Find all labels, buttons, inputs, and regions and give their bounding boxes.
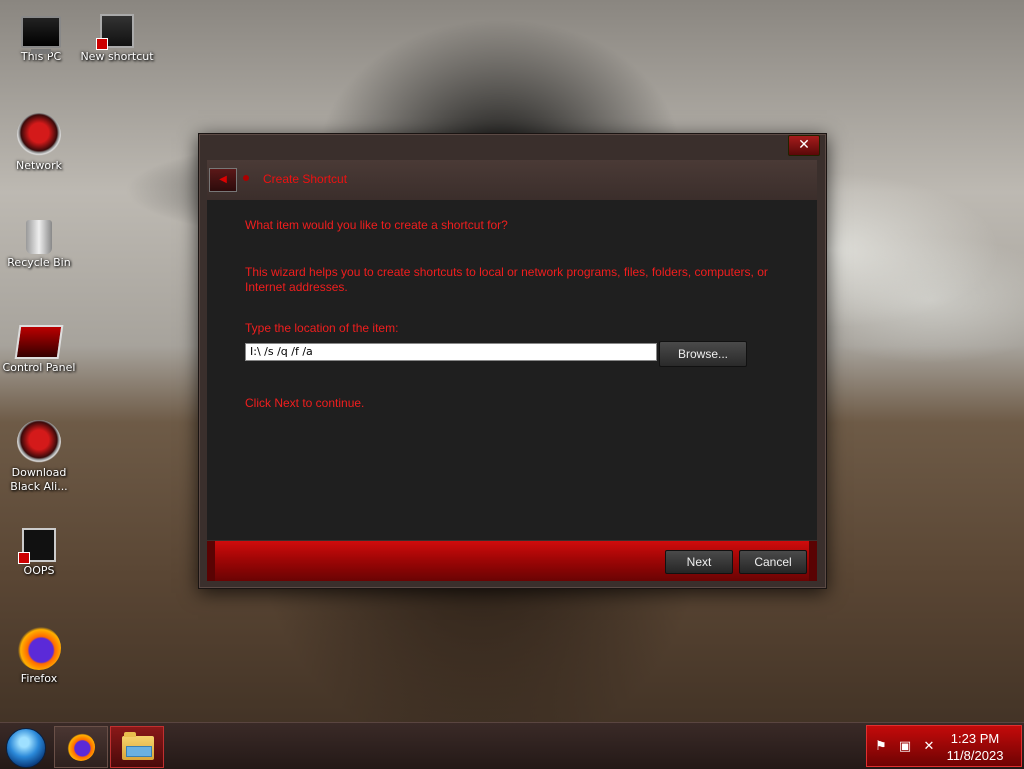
wizard-footer: Next Cancel bbox=[207, 541, 817, 581]
download-shortcut-icon bbox=[17, 420, 61, 464]
flag-icon[interactable]: ⚑ bbox=[873, 739, 889, 755]
wizard-description: This wizard helps you to create shortcut… bbox=[245, 265, 768, 294]
wizard-title: Create Shortcut bbox=[263, 172, 348, 186]
location-label: Type the location of the item: bbox=[245, 321, 399, 335]
close-button[interactable]: ✕ bbox=[788, 135, 820, 156]
desktop-icon-label: Firefox bbox=[20, 672, 58, 685]
desktop-icon-firefox[interactable]: Firefox bbox=[2, 626, 76, 686]
wizard-content: What item would you like to create a sho… bbox=[207, 200, 817, 540]
clock-time: 1:23 PM bbox=[950, 731, 1000, 746]
taskbar: ⚑ ▣ ✕ 1:23 PM 11/8/2023 bbox=[0, 722, 1024, 769]
wizard-question: What item would you like to create a sho… bbox=[245, 218, 508, 232]
cancel-button[interactable]: Cancel bbox=[739, 550, 807, 574]
desktop-icon-control-panel[interactable]: Control Panel bbox=[2, 317, 76, 375]
clock-date: 11/8/2023 bbox=[946, 748, 1004, 763]
wizard-header: ◀ Create Shortcut bbox=[207, 160, 817, 200]
desktop-icon-label: New shortcut bbox=[80, 50, 154, 63]
taskbar-firefox-button[interactable] bbox=[54, 726, 108, 768]
back-button[interactable]: ◀ bbox=[209, 168, 237, 192]
create-shortcut-dialog: ✕ ◀ Create Shortcut What item would you … bbox=[198, 133, 827, 589]
wizard-icon bbox=[243, 175, 249, 181]
desktop-icon-label: Recycle Bin bbox=[7, 256, 71, 269]
browse-button[interactable]: Browse... bbox=[659, 341, 747, 367]
network-icon[interactable]: ▣ bbox=[897, 739, 913, 755]
recycle-bin-icon bbox=[26, 220, 52, 254]
continue-hint: Click Next to continue. bbox=[245, 396, 365, 410]
desktop-icon-label: Control Panel bbox=[2, 361, 76, 374]
desktop-icon-recycle-bin[interactable]: Recycle Bin bbox=[2, 214, 76, 270]
firefox-icon bbox=[67, 733, 95, 761]
taskbar-file-explorer-button[interactable] bbox=[110, 726, 164, 768]
clock[interactable]: 1:23 PM 11/8/2023 bbox=[935, 730, 1015, 764]
start-button[interactable] bbox=[6, 728, 46, 768]
desktop-icon-new-shortcut[interactable]: New shortcut bbox=[80, 8, 154, 64]
dialog-titlebar[interactable]: ✕ bbox=[199, 134, 826, 162]
network-globe-icon bbox=[17, 113, 61, 157]
desktop-icon-network[interactable]: Network bbox=[2, 113, 76, 173]
shortcut-icon bbox=[96, 14, 134, 50]
file-explorer-icon bbox=[122, 732, 154, 760]
system-tray: ⚑ ▣ ✕ 1:23 PM 11/8/2023 bbox=[866, 725, 1022, 767]
desktop-icon-download[interactable]: Download Black Ali... bbox=[2, 420, 76, 494]
desktop-icon-this-pc[interactable]: This PC bbox=[4, 8, 78, 64]
next-button[interactable]: Next bbox=[665, 550, 733, 574]
computer-icon bbox=[21, 16, 61, 54]
desktop-icon-oops[interactable]: OOPS bbox=[2, 522, 76, 578]
shortcut-icon bbox=[18, 528, 56, 564]
desktop-icon-label: Download Black Ali... bbox=[10, 466, 68, 493]
control-panel-icon bbox=[14, 325, 64, 359]
desktop-icon-label: OOPS bbox=[23, 564, 55, 577]
desktop-icon-label: Network bbox=[16, 159, 62, 172]
location-input[interactable]: I:\ /s /q /f /a bbox=[245, 343, 657, 361]
firefox-icon bbox=[17, 626, 61, 670]
